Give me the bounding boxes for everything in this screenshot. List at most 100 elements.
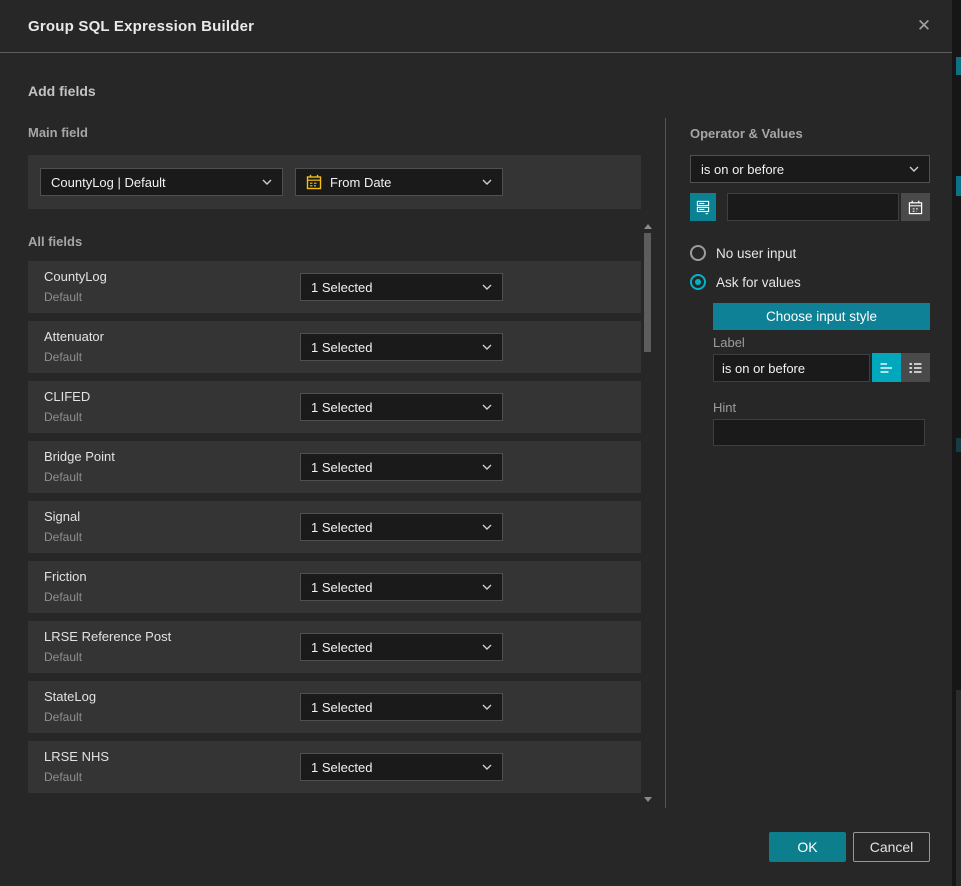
main-layer-select[interactable]: CountyLog | Default — [40, 168, 283, 196]
field-select[interactable]: 1 Selected — [300, 633, 503, 661]
label-input[interactable] — [713, 354, 870, 382]
operator-select-value: is on or before — [701, 162, 901, 177]
field-name: Friction — [44, 569, 87, 584]
field-sublabel: Default — [44, 350, 82, 364]
background-fragment — [956, 438, 961, 452]
field-sublabel: Default — [44, 710, 82, 724]
field-select-value: 1 Selected — [311, 760, 474, 775]
align-left-icon — [879, 361, 894, 375]
field-select[interactable]: 1 Selected — [300, 693, 503, 721]
stacked-values-icon — [696, 199, 710, 215]
main-field-panel: CountyLog | Default From Date — [28, 155, 641, 209]
main-field-select-value: From Date — [330, 175, 474, 190]
field-select-value: 1 Selected — [311, 700, 474, 715]
field-name: CLIFED — [44, 389, 90, 404]
field-select[interactable]: 1 Selected — [300, 393, 503, 421]
list-scrollbar[interactable] — [643, 222, 653, 804]
all-fields-label: All fields — [28, 234, 82, 249]
add-fields-heading: Add fields — [28, 83, 96, 99]
bullet-list-icon — [908, 361, 923, 375]
field-name: Signal — [44, 509, 80, 524]
background-fragment — [956, 176, 961, 196]
hint-field-label: Hint — [713, 400, 736, 415]
field-select-value: 1 Selected — [311, 460, 474, 475]
field-name: LRSE NHS — [44, 749, 109, 764]
all-fields-list: CountyLog Default 1 Selected Attenuator … — [28, 261, 641, 793]
dialog-header: Group SQL Expression Builder ✕ — [0, 0, 952, 53]
calendar-icon — [908, 200, 923, 215]
ok-button[interactable]: OK — [769, 832, 846, 862]
chevron-down-icon — [482, 584, 492, 590]
field-sublabel: Default — [44, 650, 82, 664]
operator-select[interactable]: is on or before — [690, 155, 930, 183]
chevron-down-icon — [909, 166, 919, 172]
field-select[interactable]: 1 Selected — [300, 753, 503, 781]
vertical-divider — [665, 118, 666, 808]
field-select[interactable]: 1 Selected — [300, 513, 503, 541]
field-select[interactable]: 1 Selected — [300, 453, 503, 481]
radio-ask-for-values[interactable]: Ask for values — [690, 274, 801, 290]
chevron-down-icon — [482, 524, 492, 530]
scroll-down-arrow-icon[interactable] — [644, 797, 652, 802]
chevron-down-icon — [482, 179, 492, 185]
value-input[interactable] — [727, 193, 899, 221]
chevron-down-icon — [482, 764, 492, 770]
single-input-style-button[interactable] — [872, 353, 901, 382]
main-layer-select-value: CountyLog | Default — [51, 175, 254, 190]
field-name: LRSE Reference Post — [44, 629, 171, 644]
chevron-down-icon — [482, 644, 492, 650]
dialog-title: Group SQL Expression Builder — [28, 18, 254, 35]
field-select-value: 1 Selected — [311, 280, 474, 295]
field-sublabel: Default — [44, 530, 82, 544]
scrollbar-thumb[interactable] — [644, 233, 651, 352]
background-app-strip — [952, 0, 961, 886]
radio-selected-icon — [690, 274, 706, 290]
radio-label: No user input — [716, 246, 796, 261]
operator-values-label: Operator & Values — [690, 126, 803, 141]
close-icon[interactable]: ✕ — [912, 14, 936, 38]
field-select[interactable]: 1 Selected — [300, 573, 503, 601]
cancel-button[interactable]: Cancel — [853, 832, 930, 862]
field-select-value: 1 Selected — [311, 640, 474, 655]
field-select[interactable]: 1 Selected — [300, 273, 503, 301]
field-row-lrse-reference-post: LRSE Reference Post Default 1 Selected — [28, 621, 641, 673]
calendar-icon — [306, 174, 322, 190]
field-row-bridge-point: Bridge Point Default 1 Selected — [28, 441, 641, 493]
hint-input[interactable] — [713, 419, 925, 446]
field-name: CountyLog — [44, 269, 107, 284]
radio-circle-icon — [690, 245, 706, 261]
main-field-label: Main field — [28, 125, 88, 140]
background-fragment — [956, 57, 961, 75]
chevron-down-icon — [482, 404, 492, 410]
field-name: StateLog — [44, 689, 96, 704]
group-sql-expression-builder-dialog: Group SQL Expression Builder ✕ Add field… — [0, 0, 952, 886]
chevron-down-icon — [482, 344, 492, 350]
field-select-value: 1 Selected — [311, 520, 474, 535]
chevron-down-icon — [482, 704, 492, 710]
field-sublabel: Default — [44, 470, 82, 484]
field-name: Bridge Point — [44, 449, 115, 464]
radio-no-user-input[interactable]: No user input — [690, 245, 796, 261]
field-row-lrse-nhs: LRSE NHS Default 1 Selected — [28, 741, 641, 793]
chevron-down-icon — [482, 464, 492, 470]
field-select-value: 1 Selected — [311, 400, 474, 415]
radio-label: Ask for values — [716, 275, 801, 290]
unique-values-button[interactable] — [690, 193, 716, 221]
background-fragment — [956, 690, 961, 886]
field-row-countylog: CountyLog Default 1 Selected — [28, 261, 641, 313]
field-row-signal: Signal Default 1 Selected — [28, 501, 641, 553]
field-row-statelog: StateLog Default 1 Selected — [28, 681, 641, 733]
scroll-up-arrow-icon[interactable] — [644, 224, 652, 229]
chevron-down-icon — [262, 179, 272, 185]
field-sublabel: Default — [44, 590, 82, 604]
field-name: Attenuator — [44, 329, 104, 344]
field-select-value: 1 Selected — [311, 580, 474, 595]
list-input-style-button[interactable] — [901, 353, 930, 382]
field-select[interactable]: 1 Selected — [300, 333, 503, 361]
field-sublabel: Default — [44, 770, 82, 784]
main-field-select[interactable]: From Date — [295, 168, 503, 196]
date-picker-button[interactable] — [901, 193, 930, 221]
field-row-friction: Friction Default 1 Selected — [28, 561, 641, 613]
field-sublabel: Default — [44, 290, 82, 304]
choose-input-style-button[interactable]: Choose input style — [713, 303, 930, 330]
